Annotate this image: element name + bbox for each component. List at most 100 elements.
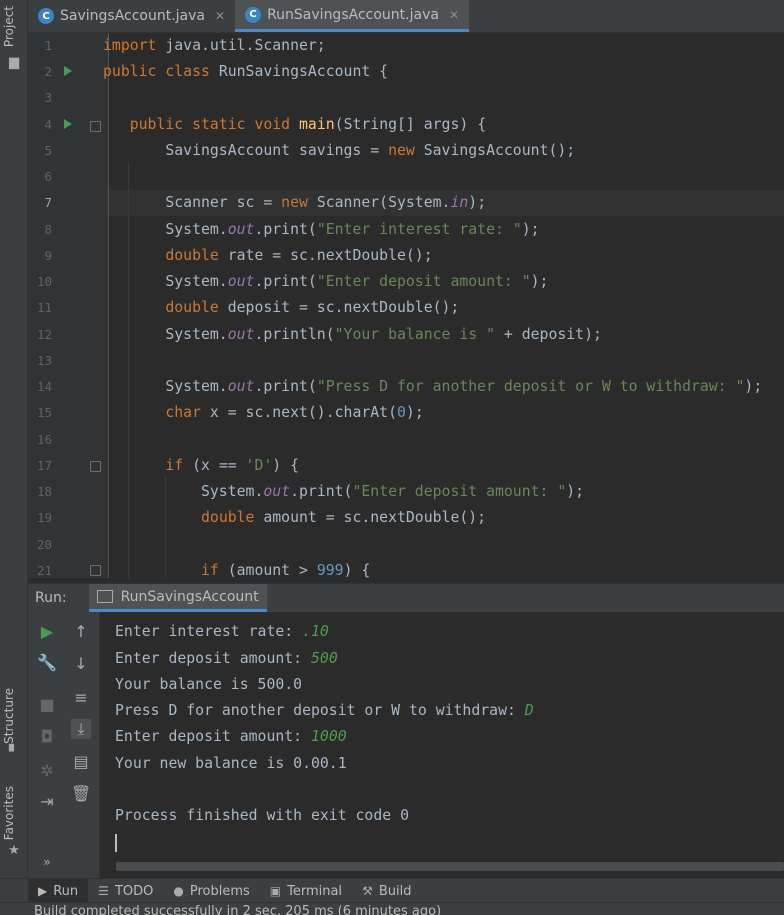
console-line: Enter deposit amount: 500 [115,650,338,667]
more-icon[interactable]: » [37,852,57,872]
tool-tab-terminal[interactable]: ▣ Terminal [260,879,352,903]
code-line: public static void main(String[] args) { [129,116,487,133]
tab-label: SavingsAccount.java [60,8,206,24]
status-bar: Build completed successfully in 2 sec, 2… [0,902,784,915]
fold-icon[interactable] [90,121,101,132]
line-number: 13 [36,353,52,368]
line-number: 1 [44,38,52,53]
tool-tab-todo[interactable]: ☰ TODO [88,879,163,903]
code-line: char x = sc.next().charAt(0); [165,404,424,421]
code-line: SavingsAccount savings = new SavingsAcco… [103,142,576,159]
tool-tab-label: TODO [114,883,154,899]
class-icon: C [245,6,262,23]
tool-tab-build[interactable]: ⚒ Build [352,879,421,903]
list-icon: ☰ [98,884,109,898]
run-panel-label: Run: [35,590,67,606]
run-toolbar-primary: ▶ 🔧 ■ ◘ ✲ ⇥ » [28,612,62,878]
rerun-icon[interactable]: ▶ [37,622,57,642]
code-editor[interactable]: 1 2 3 4 5 6 7 8 9 10 11 12 13 14 15 16 1… [28,33,784,578]
code-line: System.out.print("Enter interest rate: "… [103,221,540,238]
console-line: Process finished with exit code 0 [115,807,409,824]
wrench-icon[interactable]: 🔧 [37,653,57,673]
trash-icon[interactable]: 🗑 [71,784,91,804]
console-icon [96,590,113,603]
line-number: 14 [36,379,52,394]
run-config-label: RunSavingsAccount [120,588,259,605]
structure-icon[interactable]: ▘ [7,746,21,760]
close-icon[interactable]: ✕ [215,9,225,23]
fold-icon[interactable] [90,565,101,576]
code-line: import java.util.Scanner; [103,37,326,54]
problems-icon: ● [173,884,184,898]
line-number: 19 [36,510,52,525]
folder-icon[interactable]: ▆ [7,56,21,70]
line-number: 6 [44,169,52,184]
code-line: System.out.print("Enter deposit amount: … [103,273,549,290]
editor-tab-bar: C SavingsAccount.java ✕ C RunSavingsAcco… [28,0,784,33]
console-line: Press D for another deposit or W to with… [115,702,534,719]
code-line: Scanner sc = new Scanner(System.in); [103,194,487,211]
line-number: 9 [44,248,52,263]
tool-tab-label: Run [53,883,79,899]
line-gutter: 1 2 3 4 5 6 7 8 9 10 11 12 13 14 15 16 1… [28,33,109,578]
print-icon[interactable]: ▤ [71,752,91,772]
run-panel-header: Run: RunSavingsAccount [28,583,784,613]
tab-runsavingsaccount[interactable]: C RunSavingsAccount.java ✕ [235,0,469,32]
tool-tab-label: Terminal [287,883,343,899]
fold-icon[interactable] [90,461,101,472]
code-line: double rate = sc.nextDouble(); [165,247,433,264]
run-gutter-icon[interactable] [64,66,72,76]
tool-tab-run[interactable]: ▶ Run [28,879,89,903]
code-line: double deposit = sc.nextDouble(); [165,299,460,316]
status-message: Build completed successfully in 2 sec, 2… [34,904,442,915]
arrow-up-icon[interactable]: ↑ [71,622,91,642]
code-line: if (x == 'D') { [165,457,300,474]
left-tool-stripe: Project ▆ Structure ▘ Favorites ★ [0,0,28,878]
camera-icon[interactable]: ◘ [37,727,57,747]
line-number: 12 [36,327,52,342]
line-number: 2 [44,64,52,79]
favorites-tool-label[interactable]: Favorites [2,786,16,840]
tool-tab-problems[interactable]: ● Problems [163,879,259,903]
tool-tab-label: Problems [189,883,250,899]
horizontal-scrollbar[interactable] [116,862,784,871]
class-icon: C [38,8,54,24]
tab-label: RunSavingsAccount.java [267,6,439,23]
close-icon[interactable]: ✕ [449,8,459,22]
line-number: 16 [36,432,52,447]
code-line: System.out.print("Enter deposit amount: … [103,483,585,500]
line-number: 21 [36,563,52,578]
code-line: System.out.println("Your balance is " + … [103,326,602,343]
structure-tool-label[interactable]: Structure [2,688,16,744]
soft-wrap-icon[interactable]: ≡ [71,688,91,708]
code-line: double amount = sc.nextDouble(); [201,509,487,526]
line-number: 4 [44,117,52,132]
tab-savingsaccount[interactable]: C SavingsAccount.java ✕ [28,0,235,32]
console-output[interactable]: Enter interest rate: .10 Enter deposit a… [100,612,784,867]
arrow-down-icon[interactable]: ↓ [71,654,91,674]
bottom-tool-bar: ▶ Run ☰ TODO ● Problems ▣ Terminal ⚒ Bui… [0,878,784,903]
console-line: Enter interest rate: .10 [115,623,329,640]
line-number: 10 [36,274,52,289]
terminal-icon: ▣ [269,884,282,898]
console-line: Your balance is 500.0 [115,676,303,693]
text-caret [115,834,117,852]
line-number: 17 [36,458,52,473]
line-number: 11 [36,300,52,315]
scroll-to-end-icon[interactable]: ⤓ [71,719,91,739]
run-toolbar-secondary: ↑ ↓ ≡ ⤓ ▤ 🗑 [62,612,100,878]
console-line: Your new balance is 0.00.1 [115,755,347,772]
play-icon: ▶ [38,884,48,898]
hammer-icon: ⚒ [362,884,373,898]
code-line: public class RunSavingsAccount { [103,63,389,80]
settings-icon[interactable]: ✲ [37,761,57,781]
project-tool-label[interactable]: Project [2,6,16,47]
code-line: System.out.print("Press D for another de… [103,378,763,395]
run-config-tab[interactable]: RunSavingsAccount [88,584,267,612]
line-number: 5 [44,143,52,158]
stop-icon[interactable]: ■ [37,695,57,715]
exit-icon[interactable]: ⇥ [37,792,57,812]
star-icon[interactable]: ★ [7,844,21,858]
run-gutter-icon[interactable] [64,119,72,129]
line-number: 18 [36,484,52,499]
